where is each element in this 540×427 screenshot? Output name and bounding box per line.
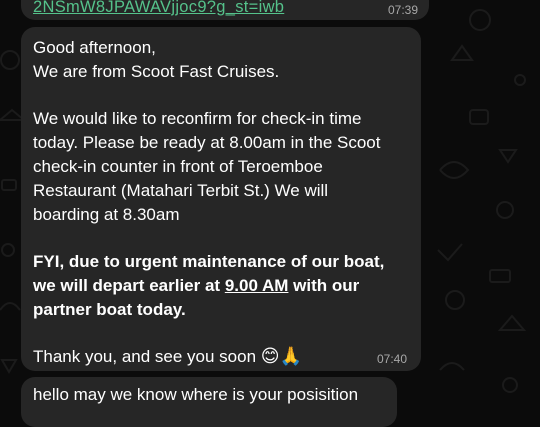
message-fragment: Thank you, and see you soon (33, 347, 261, 367)
message-line: We would like to reconfirm for check-in … (33, 109, 362, 129)
message-text: hello may we know where is your posisiti… (33, 385, 359, 404)
message-line-bold: partner boat today. (33, 299, 186, 319)
message-bubble-question: hello may we know where is your posisiti… (21, 377, 397, 427)
message-line: Thank you, and see you soon 😊🙏 (33, 345, 415, 369)
message-line: today. Please be ready at 8.00am in the … (33, 133, 381, 153)
message-line: Good afternoon, (33, 38, 156, 57)
message-line: Restaurant (Matahari Terbit St.) We will (33, 180, 329, 200)
message-bubble-link: 2NSmW8JPAWAVjjoc9?g_st=iwb 07:39 (21, 0, 429, 20)
message-timestamp: 07:39 (387, 3, 418, 17)
emoji-smile-pray: 😊🙏 (260, 346, 302, 368)
message-line-bold: FYI, due to urgent maintenance of our bo… (33, 252, 385, 272)
message-fragment: with our (288, 275, 360, 295)
message-text: Good afternoon, We are from Scoot Fast C… (33, 36, 415, 369)
message-bubble-checkin: Good afternoon, We are from Scoot Fast C… (21, 27, 421, 371)
message-line: We are from Scoot Fast Cruises. (33, 61, 280, 81)
message-fragment: we will depart earlier at (33, 275, 225, 295)
message-link[interactable]: 2NSmW8JPAWAVjjoc9?g_st=iwb (33, 0, 284, 17)
message-line: check-in counter in front of Teroemboe (33, 156, 323, 176)
message-line: boarding at 8.30am (33, 204, 180, 224)
message-line-bold: we will depart earlier at 9.00 AM with o… (33, 274, 415, 298)
departure-time-underlined: 9.00 AM (224, 275, 289, 295)
message-timestamp: 07:40 (376, 352, 407, 366)
